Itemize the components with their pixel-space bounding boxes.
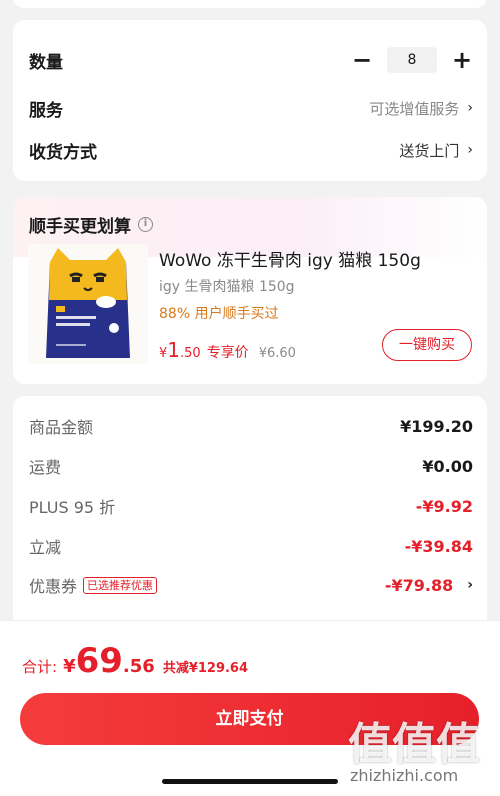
coupon-value: -¥79.88 › [385,576,473,595]
summary-label: 立减 [29,538,62,557]
total-saved: 共减¥129.64 [162,661,249,676]
decrease-quantity-button[interactable]: − [351,48,373,72]
pay-now-button[interactable]: 立即支付 [20,693,479,745]
product-image[interactable] [28,244,148,364]
increase-quantity-button[interactable]: + [451,48,473,72]
service-value-text: 可选增值服务 [369,99,460,118]
original-price: ¥6.60 [258,346,296,361]
total-decimal: .56 [122,656,155,677]
recommended-coupon-badge: 已选推荐优惠 [83,576,158,594]
product-variant: igy 生骨肉猫粮 150g [159,279,295,295]
delivery-row[interactable]: 收货方式 送货上门 › [29,135,473,165]
previous-card [13,0,487,8]
order-total: 合计: ¥ 69 .56 共减¥129.64 [22,641,248,681]
delivery-label: 收货方式 [29,142,97,163]
promo-title: 顺手买更划算 i [29,212,153,237]
summary-value: -¥39.84 [404,536,473,556]
price-summary-card: 商品金额 ¥199.20 运费 ¥0.00 PLUS 95 折 -¥9.92 立… [13,396,487,636]
summary-label: 运费 [29,458,62,477]
summary-label: 商品金额 [29,418,94,437]
price-integer: 1 [167,338,181,362]
summary-row-instant-off: 立减 -¥39.84 [29,532,473,560]
quantity-stepper: − 8 + [351,47,473,73]
summary-row-goods: 商品金额 ¥199.20 [29,412,473,440]
delivery-value: 送货上门 › [399,140,473,161]
product-name[interactable]: WoWo 冻干生骨肉 igy 猫粮 150g [159,246,421,271]
summary-value: ¥0.00 [422,456,473,476]
home-indicator [162,779,338,784]
one-click-buy-button[interactable]: 一键购买 [382,329,472,361]
chevron-right-icon: › [467,100,473,116]
product-price: ¥ 1 .50 专享价 ¥6.60 [159,338,296,362]
summary-row-coupon[interactable]: 优惠券 已选推荐优惠 -¥79.88 › [29,571,473,599]
summary-label: 优惠券 [29,577,78,596]
chevron-right-icon: › [467,577,473,593]
product-repurchase-rate: 88% 用户顺手买过 [159,306,279,322]
total-label: 合计: [22,658,58,676]
summary-value: ¥199.20 [400,416,473,436]
delivery-value-text: 送货上门 [399,141,460,160]
price-decimal: .50 [180,346,201,361]
quantity-row: 数量 − 8 + [29,45,473,75]
total-integer: 69 [75,641,123,681]
cat-food-bag-icon [46,248,130,358]
service-value: 可选增值服务 › [369,98,473,119]
summary-label: PLUS 95 折 [29,498,116,517]
promo-title-text: 顺手买更划算 [29,217,131,237]
summary-row-shipping: 运费 ¥0.00 [29,452,473,480]
coupon-label: 优惠券 已选推荐优惠 [29,573,158,597]
summary-row-plus-discount: PLUS 95 折 -¥9.92 [29,492,473,520]
chevron-right-icon: › [467,142,473,158]
order-options-card: 数量 − 8 + 服务 可选增值服务 › 收货方式 送货上门 › [13,20,487,181]
service-label: 服务 [29,100,63,121]
exclusive-price-tag: 专享价 [206,345,249,361]
add-on-promo-card: 顺手买更划算 i WoWo 冻干生骨肉 igy 猫粮 150g igy 生骨肉猫… [13,197,487,384]
price-symbol: ¥ [159,346,168,361]
checkout-bar: 合计: ¥ 69 .56 共减¥129.64 立即支付 [0,620,500,796]
summary-value: -¥9.92 [415,496,473,516]
quantity-label: 数量 [29,52,63,73]
info-circle-icon[interactable]: i [138,217,153,232]
summary-value: -¥79.88 [384,575,454,595]
total-symbol: ¥ [63,656,76,677]
quantity-input[interactable]: 8 [387,47,437,73]
service-row[interactable]: 服务 可选增值服务 › [29,93,473,123]
